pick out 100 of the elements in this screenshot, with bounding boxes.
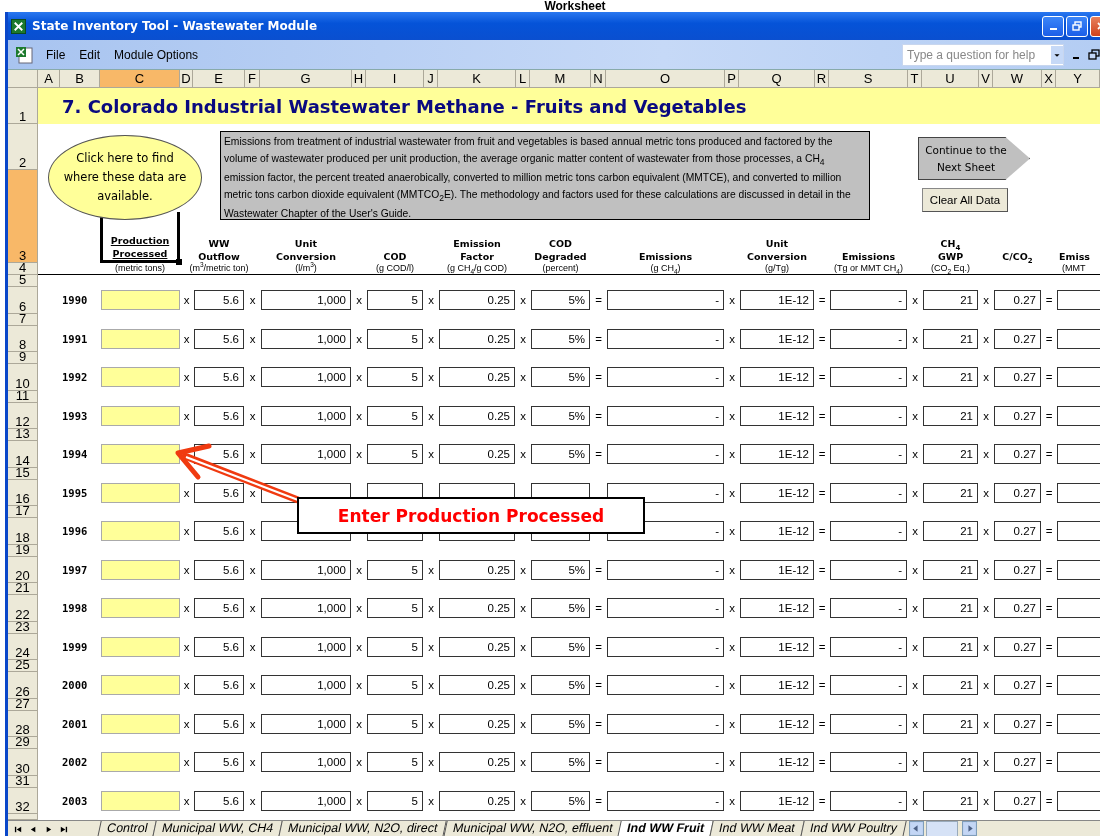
menu-item[interactable]: File: [40, 45, 72, 64]
column-header[interactable]: K: [438, 70, 516, 88]
column-header[interactable]: S: [829, 70, 908, 88]
menu-item[interactable]: Module Options: [108, 45, 205, 64]
column-header[interactable]: Y: [1056, 70, 1100, 88]
scroll-right-icon[interactable]: [961, 821, 977, 836]
horizontal-scrollbar[interactable]: [925, 821, 958, 836]
help-search-field[interactable]: Type a question for help: [902, 43, 1064, 66]
row-header[interactable]: 16: [8, 479, 38, 506]
row-header[interactable]: 6: [8, 287, 38, 314]
column-header[interactable]: X: [1042, 70, 1056, 88]
input-cell[interactable]: [101, 405, 180, 426]
column-header[interactable]: I: [366, 70, 424, 88]
next-sheet-button[interactable]: Continue to the Next Sheet: [918, 137, 1030, 180]
row-header[interactable]: 9: [8, 352, 38, 364]
column-header[interactable]: T: [908, 70, 922, 88]
minimize-button[interactable]: [1042, 15, 1064, 37]
column-header[interactable]: H: [352, 70, 366, 88]
input-cell[interactable]: [101, 752, 180, 773]
row-header[interactable]: 17: [8, 506, 38, 518]
column-header[interactable]: D: [180, 70, 193, 88]
next-sheet-icon[interactable]: [44, 824, 53, 834]
operator-sign: x: [982, 563, 990, 576]
row-header[interactable]: 3: [8, 170, 38, 263]
input-cell[interactable]: [101, 598, 180, 619]
column-heading: Emiss: [1059, 250, 1090, 263]
sheet-tab[interactable]: Ind WW Poultry: [800, 821, 907, 836]
column-header[interactable]: O: [606, 70, 725, 88]
sheet-tab[interactable]: Control: [97, 821, 157, 836]
row-header[interactable]: 14: [8, 441, 38, 468]
column-header[interactable]: G: [260, 70, 352, 88]
input-cell[interactable]: [101, 675, 180, 696]
value-cell: 21: [923, 559, 978, 580]
input-cell[interactable]: [101, 559, 180, 580]
input-cell[interactable]: [101, 444, 180, 465]
column-header[interactable]: M: [530, 70, 591, 88]
column-header[interactable]: L: [516, 70, 530, 88]
input-cell[interactable]: [101, 636, 180, 657]
row-header[interactable]: 20: [8, 556, 38, 583]
help-bubble[interactable]: Click here to find where these data are available.: [48, 135, 202, 220]
column-header[interactable]: R: [815, 70, 829, 88]
value-cell: -: [607, 482, 724, 503]
value-cell: 0.27: [994, 636, 1041, 657]
first-sheet-icon[interactable]: [14, 824, 23, 834]
workbook-icon[interactable]: [14, 45, 34, 64]
select-all-button[interactable]: [8, 70, 38, 88]
column-header[interactable]: P: [725, 70, 739, 88]
input-cell[interactable]: [101, 482, 180, 503]
sheet-tab[interactable]: Municipal WW, CH4: [152, 821, 284, 836]
column-header[interactable]: N: [591, 70, 606, 88]
row-header[interactable]: 21: [8, 583, 38, 595]
column-header[interactable]: W: [993, 70, 1042, 88]
row-header[interactable]: 12: [8, 402, 38, 429]
menu-item[interactable]: Edit: [73, 45, 107, 64]
row-header[interactable]: 22: [8, 595, 38, 622]
column-header[interactable]: B: [60, 70, 100, 88]
column-header[interactable]: A: [38, 70, 60, 88]
row-header[interactable]: 25: [8, 660, 38, 672]
dropdown-icon[interactable]: [1051, 45, 1063, 64]
restore-button[interactable]: [1066, 15, 1088, 37]
last-sheet-icon[interactable]: [59, 824, 68, 834]
column-header[interactable]: Q: [739, 70, 815, 88]
input-cell[interactable]: [101, 328, 180, 349]
row-header[interactable]: 29: [8, 737, 38, 749]
value-cell: 0.25: [439, 752, 515, 773]
column-header[interactable]: C: [100, 70, 180, 88]
row-header[interactable]: 26: [8, 672, 38, 699]
sheet-tab[interactable]: Ind WW Meat: [709, 821, 805, 836]
row-header[interactable]: 2: [8, 124, 38, 170]
sheet-tab[interactable]: Municipal WW, N2O, direct: [278, 821, 448, 836]
input-cell[interactable]: [101, 367, 180, 388]
clear-data-button[interactable]: Clear All Data: [922, 188, 1008, 212]
previous-sheet-icon[interactable]: [29, 824, 38, 834]
operator-sign: x: [911, 409, 919, 422]
column-header[interactable]: U: [922, 70, 979, 88]
input-cell[interactable]: [101, 790, 180, 811]
input-cell[interactable]: [101, 521, 180, 542]
column-header[interactable]: J: [424, 70, 438, 88]
restore-icon[interactable]: [1088, 48, 1100, 61]
row-header[interactable]: 4: [8, 263, 38, 275]
row-header[interactable]: 10: [8, 364, 38, 391]
year-label: 1999: [61, 640, 89, 653]
column-heading: Unit Conversion: [747, 237, 807, 263]
row-header[interactable]: 1: [8, 88, 38, 124]
column-header[interactable]: F: [245, 70, 260, 88]
row-header[interactable]: 28: [8, 710, 38, 737]
operator-sign: x: [982, 448, 990, 461]
sheet-tab[interactable]: Ind WW Fruit: [617, 821, 715, 836]
column-header[interactable]: V: [979, 70, 993, 88]
input-cell[interactable]: [101, 290, 180, 311]
row-header[interactable]: 5: [8, 275, 38, 287]
input-cell[interactable]: [101, 713, 180, 734]
row-header[interactable]: 18: [8, 518, 38, 545]
scroll-left-icon[interactable]: [908, 821, 924, 836]
column-header[interactable]: E: [193, 70, 245, 88]
row-header[interactable]: 8: [8, 325, 38, 352]
row-header[interactable]: 13: [8, 429, 38, 441]
row-header[interactable]: 32: [8, 787, 38, 814]
row-header[interactable]: 30: [8, 749, 38, 776]
row-header[interactable]: 24: [8, 633, 38, 660]
